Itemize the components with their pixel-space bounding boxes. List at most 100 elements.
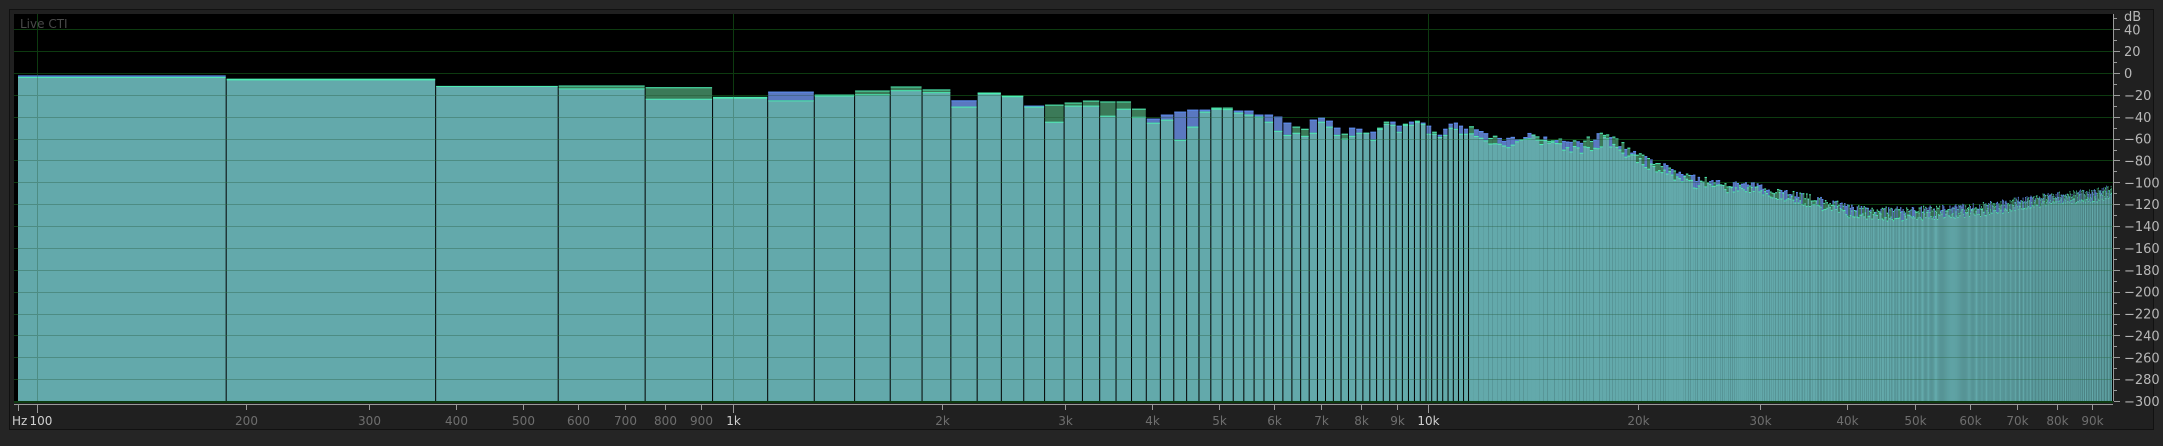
bar-peak-cap	[1911, 207, 1913, 218]
bar-peak-line	[2078, 190, 2080, 192]
bar	[2028, 206, 2029, 401]
bar-top-line	[1001, 96, 1024, 98]
bar-peak-cap	[1586, 136, 1590, 147]
bar	[1527, 138, 1532, 401]
bar	[1890, 216, 1892, 401]
bar-peak-line	[1872, 209, 1875, 211]
bar-top-line	[1977, 213, 1979, 215]
bar	[2039, 198, 2041, 401]
bar	[1730, 187, 1733, 401]
bar-peak-line	[2078, 192, 2079, 194]
bar	[2111, 193, 2113, 401]
bar	[1892, 220, 1895, 401]
bar-peak-line	[1907, 208, 1909, 210]
frequency-tick-label: 400	[445, 414, 468, 428]
bar	[2074, 203, 2076, 401]
bar-peak-cap	[2062, 195, 2063, 204]
bar-top-line	[2069, 196, 2071, 198]
db-tick-label: −160	[2124, 242, 2160, 257]
bar	[2057, 196, 2058, 401]
bar-top-line	[1715, 184, 1718, 186]
bar	[2001, 204, 2003, 401]
bar	[1810, 200, 1813, 401]
bar	[1676, 176, 1679, 401]
bar-peak-line	[2104, 189, 2105, 191]
bar	[2009, 208, 2011, 401]
bar-peak-line	[2090, 193, 2092, 195]
bar	[2034, 201, 2036, 401]
bar-peak-line	[1949, 205, 1951, 207]
bar-peak-line	[2082, 190, 2084, 192]
bar	[1885, 216, 1887, 401]
bar	[1883, 219, 1885, 401]
bar	[2096, 201, 2097, 401]
bar	[2079, 199, 2081, 401]
bar-top-line	[1630, 154, 1634, 156]
bar	[1902, 220, 1904, 401]
bar-top-line	[1514, 141, 1520, 143]
bar	[2052, 201, 2053, 401]
bar	[2032, 205, 2033, 401]
bar-peak-line	[1606, 134, 1610, 136]
bar-peak-cap	[1802, 193, 1805, 205]
bar	[1402, 124, 1408, 401]
bar-top-line	[1760, 190, 1763, 192]
bar-peak-line	[1902, 209, 1904, 211]
bar-top-line	[2028, 206, 2029, 208]
bar-peak-line	[1967, 207, 1969, 209]
bar-peak-line	[2032, 197, 2033, 199]
bar	[2106, 192, 2107, 401]
bar-top-line	[2046, 201, 2048, 203]
bar-top-line	[1796, 198, 1798, 200]
bar	[1589, 150, 1594, 401]
bar	[2098, 198, 2099, 401]
bar-top-line	[2078, 201, 2079, 203]
bar-peak-line	[1778, 189, 1781, 191]
bar-peak-line	[1562, 140, 1566, 142]
bar-peak-line	[1478, 131, 1484, 133]
bar	[1971, 209, 1973, 401]
bar	[2036, 204, 2038, 401]
bar-peak-line	[2098, 187, 2099, 189]
bar-top-line	[1955, 211, 1957, 213]
bar-top-line	[1892, 220, 1895, 222]
bar-peak-line	[1390, 121, 1396, 123]
bar-peak-cap	[1641, 154, 1645, 165]
bar-peak-cap	[1665, 165, 1669, 174]
bar	[1859, 214, 1861, 401]
bar	[2093, 201, 2094, 401]
bar	[1964, 216, 1966, 401]
bar-top-line	[1821, 210, 1824, 212]
bar	[2095, 198, 2097, 401]
bar-top-line	[2032, 205, 2033, 207]
bar-top-line	[1693, 187, 1696, 189]
bar	[768, 100, 814, 401]
frequency-tick-label: 60k	[1959, 414, 1981, 428]
bar	[1804, 203, 1806, 401]
bar-peak-cap	[1309, 119, 1317, 133]
bar-top-line	[2078, 195, 2080, 197]
bar-peak-line	[1464, 128, 1469, 130]
bar	[2080, 201, 2081, 401]
bar-peak-line	[2059, 191, 2060, 193]
bar-top-line	[2049, 199, 2051, 201]
bar-peak-line	[2051, 193, 2053, 195]
bar-top-line	[1844, 210, 1846, 212]
bar	[1967, 212, 1969, 401]
bar-peak-cap	[2098, 187, 2099, 199]
bar-peak-line	[1832, 200, 1834, 202]
bar-top-line	[1959, 215, 1961, 217]
bar-peak-cap	[2048, 195, 2050, 204]
bar-peak-line	[2023, 201, 2025, 203]
bar-peak-cap	[2035, 195, 2037, 205]
bar-top-line	[1962, 209, 1964, 211]
bar-peak-line	[1624, 148, 1628, 150]
bar-peak-line	[1045, 104, 1064, 106]
bar-top-line	[2017, 206, 2018, 208]
bar-peak-cap	[1957, 209, 1959, 218]
bar-peak-line	[1510, 136, 1515, 138]
bar-peak-line	[1914, 210, 1916, 212]
bar-top-line	[1782, 192, 1785, 194]
bar	[2065, 202, 2067, 401]
bar-peak-cap	[1884, 208, 1886, 218]
